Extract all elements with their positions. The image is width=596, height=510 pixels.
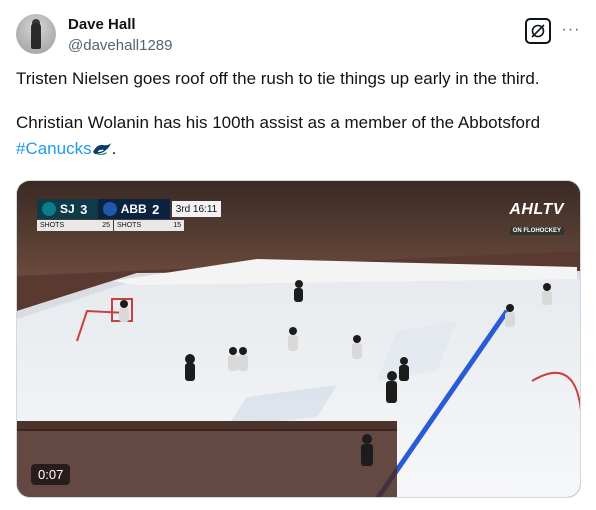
shots-away-value: 25: [102, 222, 110, 229]
more-options-button[interactable]: ···: [559, 18, 583, 42]
tweet-header: Dave Hall @davehall1289 ···: [16, 12, 580, 60]
tweet-trailing: .: [111, 139, 117, 158]
period-clock: 3rd 16:11: [171, 201, 222, 217]
ahltv-logo-text: AHLTV: [509, 201, 564, 218]
canucks-logo-icon: [102, 202, 117, 216]
author-avatar[interactable]: [16, 14, 56, 54]
video-duration-badge: 0:07: [31, 464, 71, 485]
scorebug: SJ 3 ABB 2 3rd 16:11: [37, 199, 222, 219]
home-score: 2: [152, 201, 160, 217]
shots-away: SHOTS 25: [37, 220, 113, 231]
away-team-box: SJ 3: [37, 199, 98, 219]
away-score: 3: [80, 201, 88, 217]
hashtag-link[interactable]: #Canucks: [16, 139, 92, 158]
shots-home-label: SHOTS: [117, 222, 142, 229]
shots-home: SHOTS 15: [114, 220, 184, 231]
broadcaster-logo: AHLTV ON FLOHOCKEY: [509, 201, 564, 237]
avatar-figure: [31, 23, 41, 49]
tweet-body: Tristen Nielsen goes roof off the rush t…: [16, 66, 576, 162]
video-player[interactable]: SJ 3 ABB 2 3rd 16:11 SHOTS 25 SHOTS 15 A…: [16, 180, 581, 498]
home-team-abbr: ABB: [120, 202, 147, 216]
shots-row: SHOTS 25 SHOTS 15: [37, 220, 184, 231]
tweet-line-2: Christian Wolanin has his 100th assist a…: [16, 113, 541, 132]
grok-button[interactable]: [525, 18, 551, 44]
grok-icon: [531, 24, 545, 38]
author-handle[interactable]: @davehall1289: [68, 37, 172, 54]
home-team-box: ABB 2: [97, 199, 170, 219]
sharks-logo-icon: [42, 202, 56, 216]
shots-home-value: 15: [173, 222, 181, 229]
away-team-abbr: SJ: [60, 202, 75, 216]
flohockey-text: ON FLOHOCKEY: [509, 227, 564, 235]
canucks-orca-icon: [92, 143, 111, 155]
author-name[interactable]: Dave Hall: [68, 16, 136, 33]
tweet-line-3: #Canucks.: [16, 136, 576, 162]
tweet-line-1: Tristen Nielsen goes roof off the rush t…: [16, 69, 540, 88]
shots-away-label: SHOTS: [40, 222, 65, 229]
